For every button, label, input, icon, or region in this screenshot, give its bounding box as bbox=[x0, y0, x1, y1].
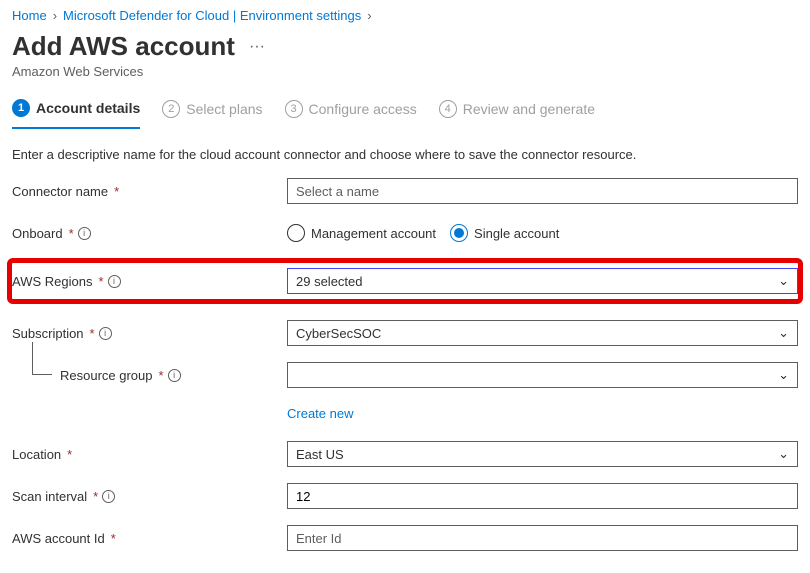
more-actions-button[interactable]: ··· bbox=[245, 38, 269, 56]
tab-label: Configure access bbox=[309, 101, 417, 117]
breadcrumb: Home › Microsoft Defender for Cloud | En… bbox=[12, 8, 798, 23]
resource-group-label: Resource group bbox=[60, 368, 153, 383]
info-icon[interactable]: i bbox=[108, 275, 121, 288]
aws-regions-select[interactable]: 29 selected ⌄ bbox=[287, 268, 798, 294]
connector-name-input[interactable] bbox=[287, 178, 798, 204]
page-title: Add AWS account bbox=[12, 31, 235, 62]
select-value: CyberSecSOC bbox=[296, 326, 381, 341]
radio-label: Management account bbox=[311, 226, 436, 241]
required-asterisk: * bbox=[90, 326, 95, 341]
select-value: East US bbox=[296, 447, 344, 462]
onboard-label: Onboard bbox=[12, 226, 63, 241]
step-number-icon: 3 bbox=[285, 100, 303, 118]
required-asterisk: * bbox=[98, 274, 103, 289]
onboard-radio-single[interactable]: Single account bbox=[450, 224, 559, 242]
tab-account-details[interactable]: 1 Account details bbox=[12, 93, 140, 129]
location-label: Location bbox=[12, 447, 61, 462]
info-icon[interactable]: i bbox=[102, 490, 115, 503]
step-number-icon: 2 bbox=[162, 100, 180, 118]
chevron-down-icon: ⌄ bbox=[778, 325, 789, 341]
tab-configure-access[interactable]: 3 Configure access bbox=[285, 93, 417, 129]
step-number-icon: 1 bbox=[12, 99, 30, 117]
required-asterisk: * bbox=[159, 368, 164, 383]
connector-name-label: Connector name bbox=[12, 184, 108, 199]
required-asterisk: * bbox=[111, 531, 116, 546]
aws-regions-label: AWS Regions bbox=[12, 274, 92, 289]
subscription-select[interactable]: CyberSecSOC ⌄ bbox=[287, 320, 798, 346]
subscription-label: Subscription bbox=[12, 326, 84, 341]
wizard-tabs: 1 Account details 2 Select plans 3 Confi… bbox=[12, 93, 798, 129]
chevron-right-icon: › bbox=[53, 8, 57, 23]
tab-label: Review and generate bbox=[463, 101, 595, 117]
breadcrumb-home[interactable]: Home bbox=[12, 8, 47, 23]
aws-account-id-label: AWS account Id bbox=[12, 531, 105, 546]
chevron-right-icon: › bbox=[367, 8, 371, 23]
radio-unchecked-icon bbox=[287, 224, 305, 242]
step-number-icon: 4 bbox=[439, 100, 457, 118]
required-asterisk: * bbox=[93, 489, 98, 504]
chevron-down-icon: ⌄ bbox=[778, 273, 789, 289]
radio-checked-icon bbox=[450, 224, 468, 242]
info-icon[interactable]: i bbox=[168, 369, 181, 382]
breadcrumb-env-settings[interactable]: Microsoft Defender for Cloud | Environme… bbox=[63, 8, 361, 23]
scan-interval-input[interactable] bbox=[287, 483, 798, 509]
onboard-radio-management[interactable]: Management account bbox=[287, 224, 436, 242]
aws-account-id-input[interactable] bbox=[287, 525, 798, 551]
radio-label: Single account bbox=[474, 226, 559, 241]
select-value: 29 selected bbox=[296, 274, 363, 289]
required-asterisk: * bbox=[67, 447, 72, 462]
tab-review-generate[interactable]: 4 Review and generate bbox=[439, 93, 595, 129]
required-asterisk: * bbox=[114, 184, 119, 199]
resource-group-select[interactable]: ⌄ bbox=[287, 362, 798, 388]
tab-label: Account details bbox=[36, 100, 140, 116]
page-subtitle: Amazon Web Services bbox=[12, 64, 798, 79]
intro-text: Enter a descriptive name for the cloud a… bbox=[12, 147, 798, 162]
required-asterisk: * bbox=[69, 226, 74, 241]
chevron-down-icon: ⌄ bbox=[778, 367, 789, 383]
tab-label: Select plans bbox=[186, 101, 262, 117]
scan-interval-label: Scan interval bbox=[12, 489, 87, 504]
tab-select-plans[interactable]: 2 Select plans bbox=[162, 93, 262, 129]
location-select[interactable]: East US ⌄ bbox=[287, 441, 798, 467]
info-icon[interactable]: i bbox=[78, 227, 91, 240]
info-icon[interactable]: i bbox=[99, 327, 112, 340]
create-new-link[interactable]: Create new bbox=[287, 406, 353, 421]
chevron-down-icon: ⌄ bbox=[778, 446, 789, 462]
